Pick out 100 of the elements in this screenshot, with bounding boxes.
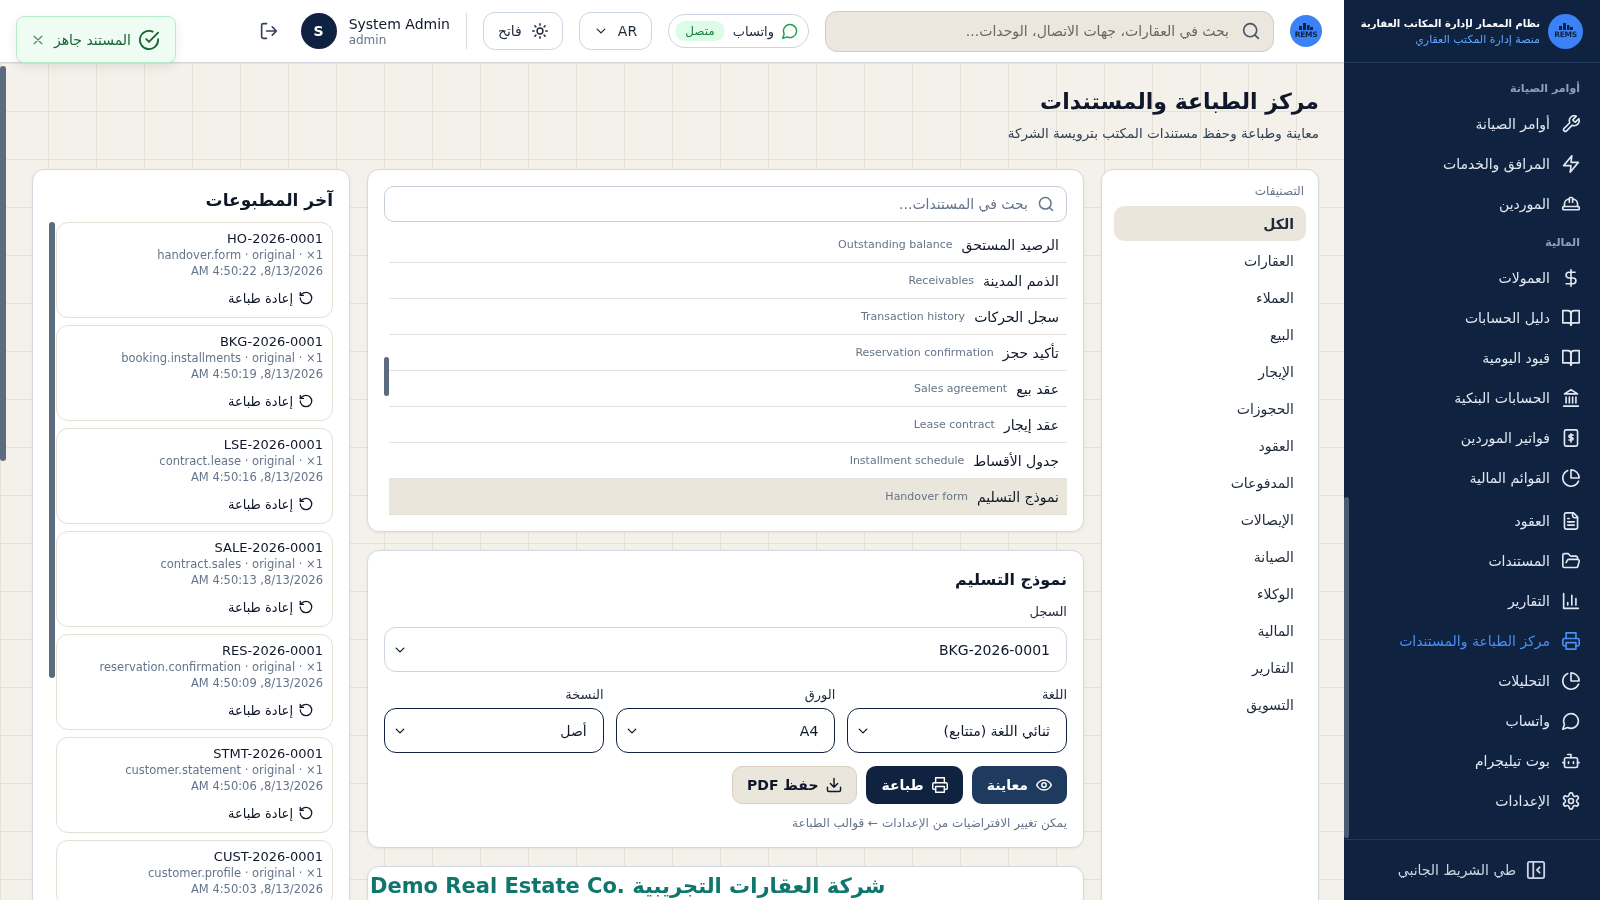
sidebar-item[interactable]: واتساب	[1358, 701, 1583, 741]
sidebar-item[interactable]: المرافق والخدمات	[1358, 144, 1583, 184]
sidebar-item[interactable]: قيود اليومية	[1358, 338, 1583, 378]
status-badge: متصل	[675, 21, 725, 41]
form-heading: نموذج التسليم	[954, 569, 1067, 591]
print-code: RES-2026-0001	[221, 643, 323, 659]
category-item[interactable]: الإيجار	[1114, 354, 1306, 389]
reprint-button[interactable]: إعادة طباعة	[217, 596, 323, 618]
print-timestamp: 8/13/2026, 4:50:16 AM	[190, 469, 323, 485]
search-field[interactable]: بحث في العقارات، جهات الاتصال، الوحدات...	[825, 10, 1274, 52]
reprint-button[interactable]: إعادة طباعة	[217, 287, 323, 309]
category-item[interactable]: الحجوزات	[1114, 391, 1306, 426]
category-item[interactable]: العملاء	[1114, 280, 1306, 315]
print-details: booking.installments · original · ×1	[121, 350, 323, 366]
print-code: BKG-2026-0001	[219, 334, 323, 350]
document-subtitle: Reservation confirmation	[855, 346, 994, 359]
reprint-button[interactable]: إعادة طباعة	[217, 699, 323, 721]
collapse-sidebar-button[interactable]: طي الشريط الجانبي	[1391, 856, 1553, 884]
sidebar-item[interactable]: الحسابات البنكية	[1358, 378, 1583, 418]
sidebar-item[interactable]: بوت تيليجرام	[1358, 741, 1583, 781]
print-timestamp: 8/13/2026, 4:50:06 AM	[190, 778, 323, 794]
theme-button[interactable]: فاتح	[482, 12, 563, 50]
document-icon	[1562, 512, 1580, 530]
wrench-icon	[1562, 115, 1580, 133]
print-button[interactable]: طباعة	[866, 766, 963, 804]
category-item[interactable]: الكل	[1114, 206, 1306, 241]
nav-section-label: المالية	[1544, 235, 1581, 251]
sidebar-item[interactable]: العقود	[1358, 501, 1583, 541]
field-label: السجل	[1028, 603, 1067, 621]
category-item[interactable]: الصيانة	[1114, 539, 1306, 574]
category-item[interactable]: التسويق	[1114, 687, 1306, 722]
reprint-button[interactable]: إعادة طباعة	[217, 493, 323, 515]
download-button[interactable]: حفظ PDF	[732, 766, 858, 804]
document-title: نموذج التسليم	[977, 488, 1059, 505]
reprint-button[interactable]: إعادة طباعة	[217, 390, 323, 412]
option-dropdown[interactable]: أصل	[384, 708, 604, 753]
print-code: CUST-2026-0001	[213, 849, 323, 865]
print-timestamp: 8/13/2026, 4:50:19 AM	[190, 366, 323, 382]
print-code: LSE-2026-0001	[223, 437, 323, 453]
folder-icon	[1562, 552, 1580, 570]
document-subtitle: Installment schedule	[849, 454, 965, 467]
sidebar-item[interactable]: الموردين	[1358, 184, 1583, 224]
book-icon	[1562, 309, 1580, 327]
print-timestamp: 8/13/2026, 4:50:03 AM	[190, 881, 323, 897]
category-item[interactable]: المالية	[1114, 613, 1306, 648]
search-icon	[1038, 196, 1054, 212]
printer-icon	[1562, 632, 1580, 650]
category-item[interactable]: الإيصالات	[1114, 502, 1306, 537]
field-label: اللغة	[1040, 686, 1067, 704]
sidebar-item[interactable]: القوائم المالية	[1358, 458, 1583, 498]
record-dropdown[interactable]: BKG-2026-0001	[384, 627, 1067, 672]
document-title: عقد بيع	[1016, 380, 1059, 397]
option-dropdown[interactable]: ثنائي اللغة (متتابع)	[847, 708, 1067, 753]
document-subtitle: Handover form	[885, 490, 968, 503]
document-subtitle: Transaction history	[860, 310, 966, 323]
refresh-icon	[299, 600, 313, 614]
category-item[interactable]: العقارات	[1114, 243, 1306, 278]
sidebar-item[interactable]: مركز الطباعة والمستندات	[1358, 621, 1583, 661]
settings-icon	[1562, 792, 1580, 810]
category-item[interactable]: الوكلاء	[1114, 576, 1306, 611]
sidebar-item[interactable]: التحليلات	[1358, 661, 1583, 701]
sidebar-item[interactable]: المستندات	[1358, 541, 1583, 581]
scrollbar-thumb[interactable]	[49, 222, 55, 678]
sidebar-item[interactable]: دليل الحسابات	[1358, 298, 1583, 338]
category-item[interactable]: التقارير	[1114, 650, 1306, 685]
refresh-icon	[299, 394, 313, 408]
print-code: SALE-2026-0001	[214, 540, 323, 556]
connection-status-button[interactable]: واتساب متصل	[668, 14, 809, 48]
document-title: جدول الأقساط	[973, 452, 1059, 469]
sidebar-item[interactable]: فواتير الموردين	[1358, 418, 1583, 458]
sidebar-item[interactable]: الإعدادات	[1358, 781, 1583, 821]
language-button[interactable]: AR	[578, 12, 653, 50]
app-title: نظام المعمار لإدارة المكاتب العقارية	[1360, 16, 1540, 30]
refresh-icon	[299, 497, 313, 511]
document-search-field[interactable]: بحث في المستندات...	[384, 186, 1067, 222]
reprint-button[interactable]: إعادة طباعة	[217, 802, 323, 824]
scrollbar-thumb[interactable]	[1344, 497, 1349, 838]
print-details: contract.sales · original · ×1	[160, 556, 323, 572]
option-dropdown[interactable]: A4	[615, 708, 836, 753]
preview-button[interactable]: معاينة	[971, 766, 1067, 804]
print-details: handover.form · original · ×1	[157, 247, 323, 263]
category-item[interactable]: المدفوعات	[1114, 465, 1306, 500]
refresh-icon	[299, 703, 313, 717]
logout-icon[interactable]	[259, 22, 278, 40]
sidebar-item[interactable]: أوامر الصيانة	[1358, 104, 1583, 144]
scrollbar-thumb[interactable]	[0, 66, 6, 461]
category-item[interactable]: البيع	[1114, 317, 1306, 352]
page-subtitle: معاينة وطباعة وحفظ مستندات المكتب بترويسة الشركة	[1007, 124, 1319, 143]
sidebar-item[interactable]: التقارير	[1358, 581, 1583, 621]
sidebar-item[interactable]: العمولات	[1358, 258, 1583, 298]
buildings-icon	[1558, 23, 1573, 30]
document-title: عقد إيجار	[1003, 416, 1059, 433]
print-code: STMT-2026-0001	[213, 746, 323, 762]
scrollbar-thumb[interactable]	[384, 357, 389, 396]
document-subtitle: Sales agreement	[914, 382, 1008, 395]
category-item[interactable]: العقود	[1114, 428, 1306, 463]
app-subtitle: منصة إدارة المكتب العقاري	[1414, 32, 1540, 46]
book-icon	[1562, 349, 1580, 367]
user-avatar[interactable]: S	[300, 13, 337, 49]
help-text: يمكن تغيير الافتراضيات من الإعدادات ← قوالب الطباعة	[791, 815, 1067, 831]
